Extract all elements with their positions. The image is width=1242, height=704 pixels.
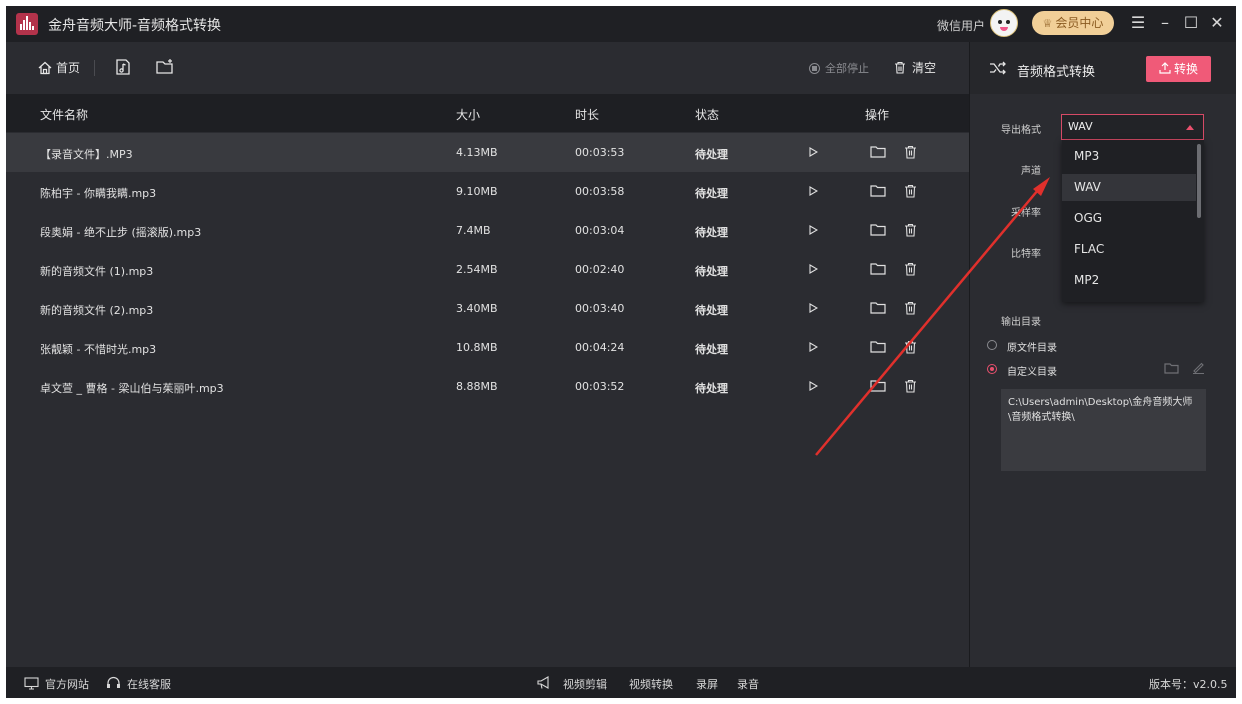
annotation-arrow-line (815, 189, 1039, 456)
annotation-arrow (815, 177, 1050, 456)
